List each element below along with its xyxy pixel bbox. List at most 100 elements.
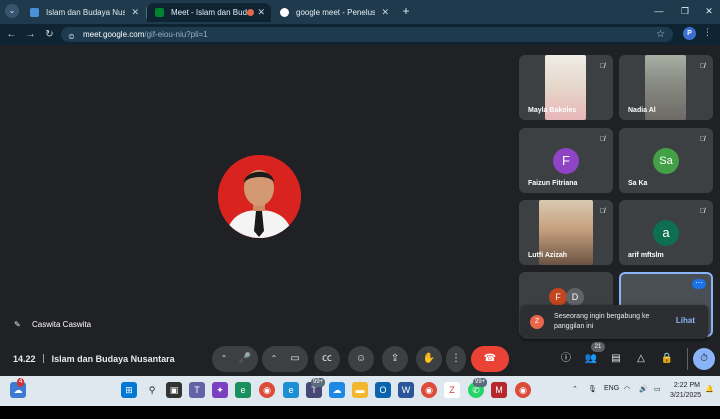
outlook-icon[interactable]: O bbox=[375, 382, 391, 398]
mic-muted-icon: 🎙̸ bbox=[699, 208, 705, 215]
participant-name: Nadia Al bbox=[628, 107, 656, 114]
main-participant-avatar bbox=[218, 155, 301, 238]
tab-close-icon[interactable]: ✕ bbox=[257, 3, 265, 22]
tab-search-icon[interactable]: ⌄ bbox=[5, 4, 19, 18]
mic-muted-icon: 🎙̸ bbox=[699, 136, 705, 143]
microphone-button[interactable]: 🎤 bbox=[232, 346, 258, 372]
host-controls-icon[interactable]: 🔒 bbox=[659, 351, 675, 367]
participant-initial-avatar: F bbox=[553, 148, 579, 174]
present-screen-button[interactable]: ⇪ bbox=[382, 346, 408, 372]
join-request-notification: Z Seseorang ingin bergabung ke panggilan… bbox=[521, 305, 708, 339]
zotero-icon[interactable]: Z bbox=[444, 382, 460, 398]
recording-indicator-icon bbox=[247, 9, 254, 16]
activities-icon[interactable]: △ bbox=[633, 351, 649, 367]
participant-name: Sa Ka bbox=[628, 180, 648, 187]
main-participant-label: ✎ Caswita Caswita bbox=[14, 320, 91, 329]
meeting-details-icon[interactable]: ⓘ bbox=[558, 351, 574, 367]
companion-mode-icon[interactable]: ⏱ bbox=[693, 348, 715, 370]
meeting-info: 14.22 Islam dan Budaya Nusantara bbox=[13, 354, 175, 364]
participant-tile[interactable]: 🎙̸ Nadia Al bbox=[619, 55, 713, 120]
tab-islam-budaya[interactable]: Islam dan Budaya Nusantara ✕ bbox=[22, 3, 145, 22]
window-close-button[interactable]: ✕ bbox=[696, 3, 720, 19]
bookmark-star-icon[interactable]: ☆ bbox=[656, 27, 665, 42]
more-options-button[interactable]: ⋮ bbox=[446, 346, 466, 372]
copilot-icon[interactable]: ✦ bbox=[212, 382, 228, 398]
chrome-icon[interactable]: ◉ bbox=[259, 382, 275, 398]
participant-initial-avatar: D bbox=[566, 288, 584, 306]
meeting-time: 14.22 bbox=[13, 354, 36, 364]
emoji-reactions-button[interactable]: ☺ bbox=[348, 346, 374, 372]
notification-bell-icon[interactable]: 🔔 bbox=[705, 385, 714, 393]
screen-border bbox=[0, 406, 720, 419]
participant-name: Lutfi Azizah bbox=[528, 252, 568, 259]
meet-stage: ✎ Caswita Caswita 🎙̸ Mayla Bakoles 🎙̸ Nad… bbox=[0, 45, 720, 376]
mendeley-icon[interactable]: M bbox=[491, 382, 507, 398]
tab-meet[interactable]: Meet - Islam dan Budaya N ✕ bbox=[147, 3, 271, 22]
clock-date: 3/21/2025 bbox=[670, 392, 702, 399]
mic-muted-icon: 🎙̸ bbox=[599, 63, 605, 70]
word-icon[interactable]: W bbox=[398, 382, 414, 398]
address-bar[interactable]: ⊜ meet.google.com/gif-eiou-niu?pli=1 ☆ bbox=[61, 27, 673, 42]
divider bbox=[687, 348, 688, 370]
tab-label: Islam dan Budaya Nusantara bbox=[46, 8, 125, 17]
taskbar-clock[interactable]: 2:22 PM 3/21/2025 bbox=[670, 381, 702, 401]
more-options-icon[interactable]: ⋯ bbox=[692, 279, 706, 289]
google-favicon-icon bbox=[280, 8, 289, 17]
task-view-icon[interactable]: ▣ bbox=[166, 382, 182, 398]
chrome-app-icon[interactable]: ◉ bbox=[515, 382, 531, 398]
browser-menu-icon[interactable]: ⋮ bbox=[703, 27, 712, 38]
captions-button[interactable]: ㏄ bbox=[314, 346, 340, 372]
chrome-profile-icon[interactable]: ◉ bbox=[421, 382, 437, 398]
forward-arrow-icon[interactable]: → bbox=[23, 27, 38, 42]
site-info-icon[interactable]: ⊜ bbox=[68, 29, 75, 44]
view-request-button[interactable]: Lihat bbox=[676, 316, 695, 325]
participant-portrait bbox=[218, 155, 301, 238]
meet-favicon-icon bbox=[155, 8, 164, 17]
requester-avatar: Z bbox=[530, 315, 544, 329]
profile-avatar[interactable]: P bbox=[683, 27, 696, 40]
pin-icon[interactable]: ✎ bbox=[14, 320, 22, 329]
restore-button[interactable]: ❐ bbox=[672, 3, 698, 19]
participant-tile[interactable]: 🎙̸ Mayla Bakoles bbox=[519, 55, 613, 120]
edge-icon[interactable]: e bbox=[235, 382, 251, 398]
tab-label: google meet - Penelusuran Go bbox=[296, 8, 375, 17]
url-path: /gif-eiou-niu?pli=1 bbox=[144, 30, 208, 39]
wifi-icon[interactable]: ◠ bbox=[624, 385, 630, 393]
language-indicator[interactable]: ENG bbox=[604, 385, 619, 392]
reload-icon[interactable]: ↻ bbox=[42, 27, 57, 42]
people-icon[interactable]: 👥 bbox=[583, 351, 599, 367]
chat-icon[interactable]: ▤ bbox=[608, 351, 624, 367]
participant-initial-avatar: Sa bbox=[653, 148, 679, 174]
participant-name: Faizun Fitriana bbox=[528, 180, 578, 187]
tab-google-search[interactable]: google meet - Penelusuran Go ✕ bbox=[272, 3, 395, 22]
camera-options-chevron-icon[interactable]: ⌃ bbox=[265, 346, 283, 372]
tab-close-icon[interactable]: ✕ bbox=[381, 3, 389, 22]
notification-badge: 4 bbox=[17, 378, 25, 387]
onedrive-icon[interactable]: ☁ bbox=[329, 382, 345, 398]
participant-initial-avatar: a bbox=[653, 220, 679, 246]
participant-tile[interactable]: Sa 🎙̸ Sa Ka bbox=[619, 128, 713, 193]
end-call-button[interactable]: ☎ bbox=[471, 346, 509, 372]
search-icon[interactable]: ⚲ bbox=[144, 382, 160, 398]
edge-browser-icon[interactable]: e bbox=[283, 382, 299, 398]
raise-hand-button[interactable]: ✋ bbox=[416, 346, 442, 372]
volume-icon[interactable]: 🔊 bbox=[639, 385, 648, 393]
file-explorer-icon[interactable]: ▬ bbox=[352, 382, 368, 398]
participant-tile[interactable]: 🎙̸ Lutfi Azizah bbox=[519, 200, 613, 265]
participant-tile[interactable]: a 🎙̸ arif mftslm bbox=[619, 200, 713, 265]
new-tab-button[interactable]: + bbox=[398, 3, 414, 19]
teams-icon[interactable]: T bbox=[189, 382, 205, 398]
participant-tile[interactable]: F 🎙̸ Faizun Fitriana bbox=[519, 128, 613, 193]
battery-icon[interactable]: ▭ bbox=[654, 385, 661, 393]
notification-badge: 99+ bbox=[473, 378, 488, 387]
minimize-button[interactable]: — bbox=[646, 3, 672, 19]
browser-toolbar: ← → ↻ ⊜ meet.google.com/gif-eiou-niu?pli… bbox=[0, 24, 720, 45]
mic-muted-icon: 🎙̸ bbox=[699, 63, 705, 70]
start-icon[interactable]: ⊞ bbox=[121, 382, 137, 398]
microphone-tray-icon[interactable]: 🎙 bbox=[588, 385, 597, 393]
back-arrow-icon[interactable]: ← bbox=[4, 27, 19, 42]
tray-overflow-icon[interactable]: ⌃ bbox=[572, 385, 578, 393]
tab-close-icon[interactable]: ✕ bbox=[131, 3, 139, 22]
camera-button[interactable]: ▭ bbox=[282, 346, 308, 372]
mic-options-chevron-icon[interactable]: ⌃ bbox=[215, 346, 233, 372]
